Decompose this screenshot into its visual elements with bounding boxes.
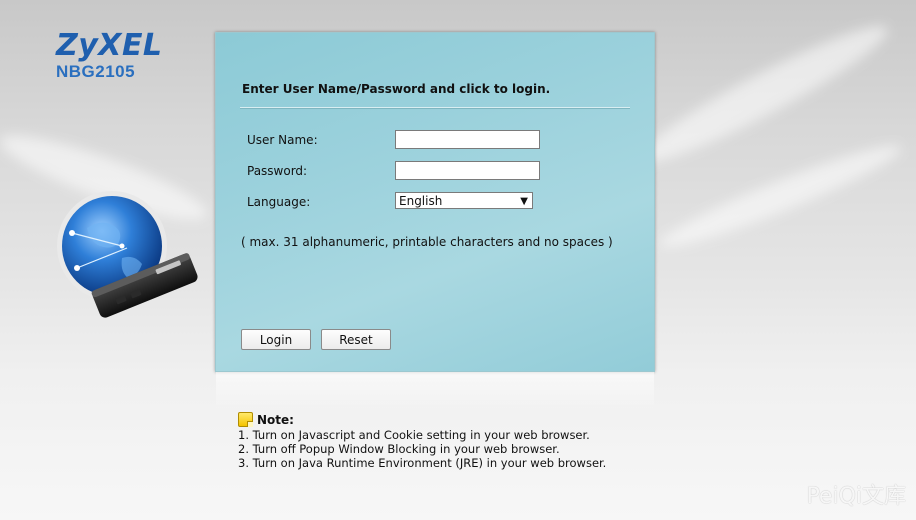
note-title: Note: [257, 412, 294, 427]
language-select[interactable]: English ▼ [395, 192, 533, 209]
language-label: Language: [247, 195, 311, 209]
note-section: Note: 1. Turn on Javascript and Cookie s… [238, 412, 606, 470]
password-label: Password: [247, 164, 308, 178]
brand-block: ZyXEL NBG2105 [56, 30, 163, 82]
zyxel-logo: ZyXEL [56, 28, 163, 63]
username-label: User Name: [247, 133, 318, 147]
password-input[interactable] [395, 161, 540, 180]
note-line: 1. Turn on Javascript and Cookie setting… [238, 428, 590, 442]
panel-reflection [216, 372, 654, 412]
divider [240, 107, 630, 109]
watermark: PeiQi文库 [806, 484, 906, 509]
chevron-down-icon: ▼ [520, 196, 528, 207]
reset-button[interactable]: Reset [321, 329, 391, 350]
note-heading: Note: [238, 412, 606, 427]
model-name: NBG2105 [56, 62, 136, 81]
background-streak [654, 133, 907, 259]
login-instruction: Enter User Name/Password and click to lo… [242, 82, 551, 96]
note-line: 2. Turn off Popup Window Blocking in you… [238, 442, 560, 456]
language-selected-value: English [399, 194, 443, 208]
credential-hint: ( max. 31 alphanumeric, printable charac… [241, 235, 613, 249]
note-icon [238, 412, 253, 427]
globe-router-illustration [57, 191, 198, 318]
login-button[interactable]: Login [241, 329, 311, 350]
username-input[interactable] [395, 130, 540, 149]
login-panel: Enter User Name/Password and click to lo… [215, 32, 655, 372]
note-line: 3. Turn on Java Runtime Environment (JRE… [238, 456, 607, 470]
